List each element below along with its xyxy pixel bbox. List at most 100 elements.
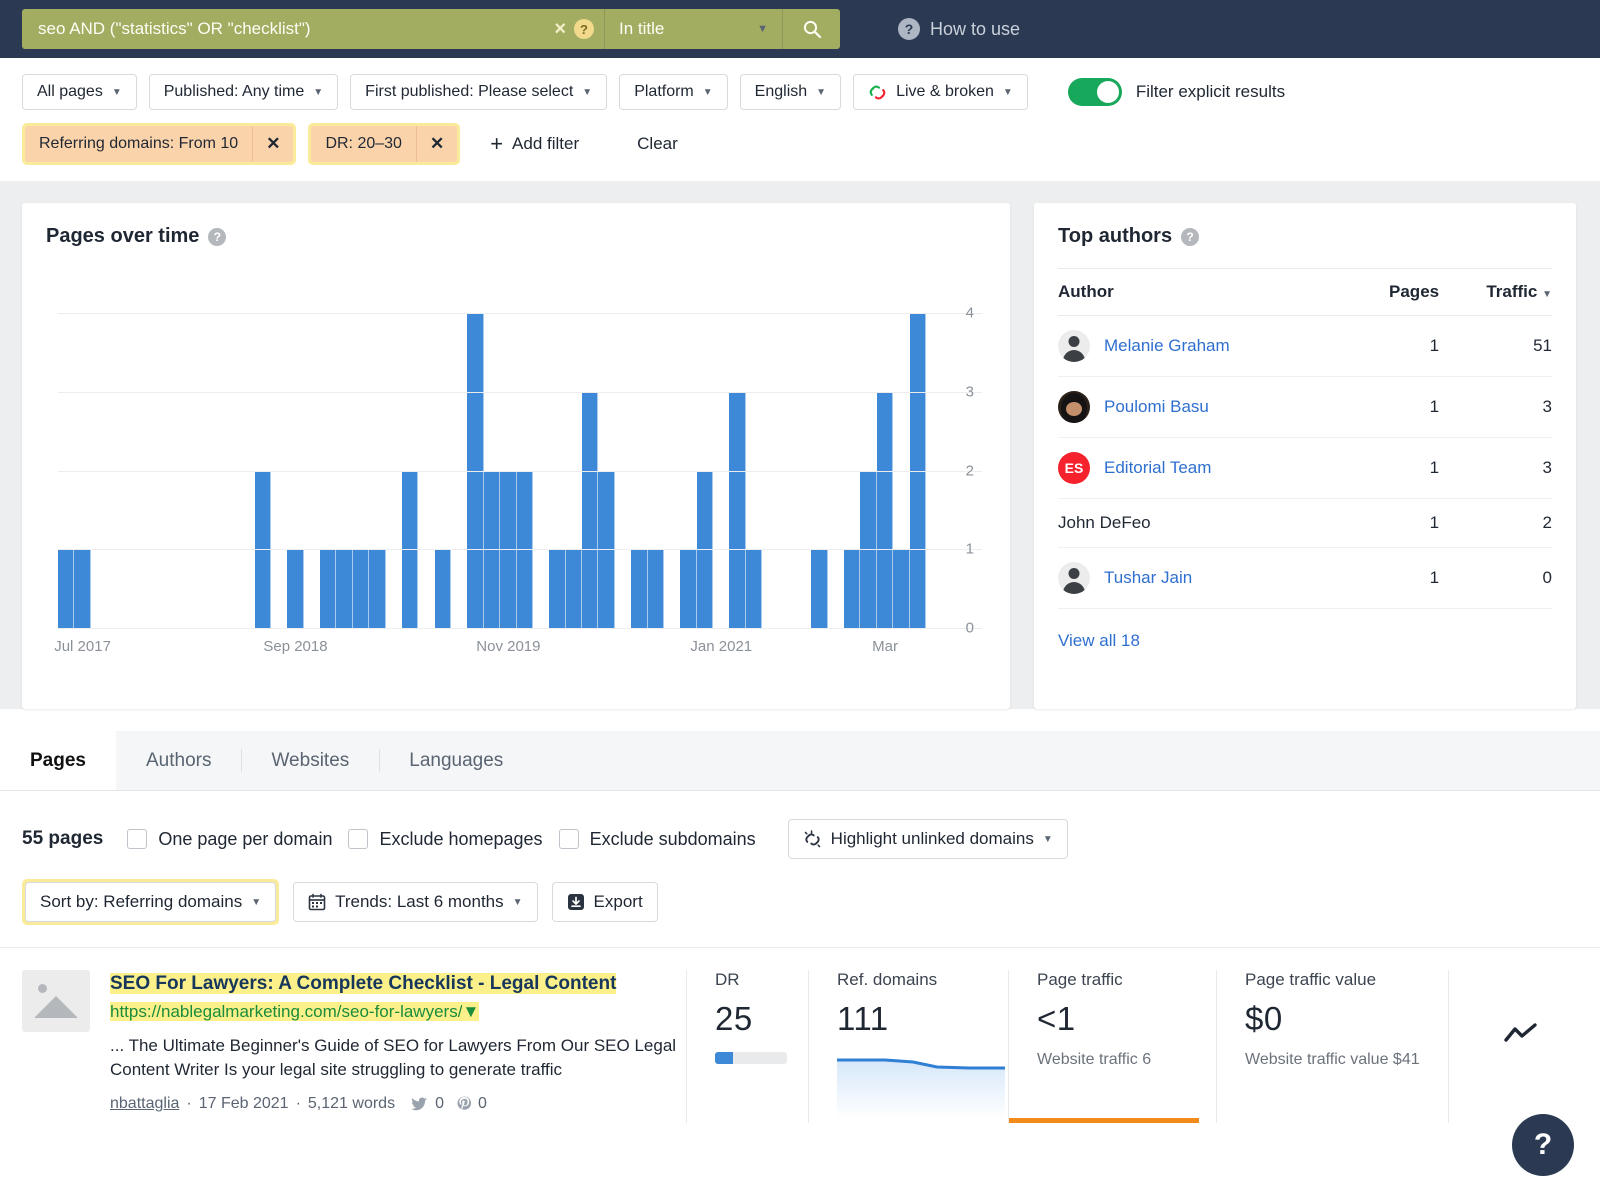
query-help-icon[interactable]: ? — [574, 19, 594, 39]
clear-filters-button[interactable]: Clear — [637, 134, 678, 154]
column-traffic-label: Traffic — [1486, 282, 1537, 301]
chart-bar[interactable] — [336, 549, 352, 628]
checkbox-box[interactable] — [348, 829, 368, 849]
search-scope-dropdown[interactable]: In title ▼ — [604, 9, 782, 49]
chevron-down-icon: ▼ — [513, 897, 523, 908]
clear-query-icon[interactable]: × — [546, 18, 574, 41]
search-input-box[interactable]: seo AND ("statistics" OR "checklist") × … — [22, 9, 604, 49]
filter-language[interactable]: English ▼ — [740, 74, 841, 110]
chart-bar[interactable] — [746, 549, 762, 628]
result-url[interactable]: https://nablegalmarketing.com/seo-for-la… — [110, 1002, 462, 1021]
dr-chip-highlight: DR: 20–30 ✕ — [308, 123, 460, 165]
add-filter-button[interactable]: + Add filter — [490, 131, 579, 157]
filter-first-published-label: First published: Please select — [365, 83, 573, 101]
avatar — [1058, 330, 1090, 362]
results-options-row-1: 55 pages One page per domain Exclude hom… — [22, 819, 1578, 859]
chevron-down-icon: ▼ — [1043, 834, 1053, 845]
highlight-unlinked-domains-dropdown[interactable]: Highlight unlinked domains ▼ — [788, 819, 1068, 859]
top-search-bar: seo AND ("statistics" OR "checklist") × … — [0, 0, 1600, 58]
chart-plot-area: 01234 — [58, 266, 926, 628]
view-all-authors-link[interactable]: View all 18 — [1058, 631, 1552, 651]
sort-by-dropdown[interactable]: Sort by: Referring domains ▼ — [25, 882, 276, 922]
tab-authors-label: Authors — [146, 750, 211, 772]
chart-bar[interactable] — [287, 549, 303, 628]
result-meta: nbattaglia · 17 Feb 2021 · 5,121 words 0… — [110, 1095, 686, 1113]
filter-platform[interactable]: Platform ▼ — [619, 74, 727, 110]
column-pages[interactable]: Pages — [1353, 269, 1439, 316]
chart-bar[interactable] — [729, 392, 745, 628]
author-name[interactable]: Tushar Jain — [1104, 568, 1192, 588]
checkbox-box[interactable] — [127, 829, 147, 849]
author-pages[interactable]: 1 — [1353, 499, 1439, 548]
author-pages[interactable]: 1 — [1353, 377, 1439, 438]
filter-chip-referring-domains-label: Referring domains: From 10 — [25, 135, 252, 153]
chart-bar[interactable] — [369, 549, 385, 628]
search-input[interactable]: seo AND ("statistics" OR "checklist") — [38, 19, 546, 39]
chart-bar[interactable] — [74, 549, 90, 628]
result-title-link[interactable]: SEO For Lawyers: A Complete Checklist - … — [110, 973, 616, 994]
trends-dropdown[interactable]: Trends: Last 6 months ▼ — [293, 882, 537, 922]
checkbox-exclude-subdomains[interactable]: Exclude subdomains — [559, 829, 756, 850]
tab-authors[interactable]: Authors — [116, 731, 241, 790]
trend-line-icon — [1504, 1023, 1538, 1045]
chart-bar[interactable] — [435, 549, 451, 628]
chart-bar[interactable] — [680, 549, 696, 628]
column-traffic[interactable]: Traffic ▼ — [1439, 269, 1552, 316]
result-row: SEO For Lawyers: A Complete Checklist - … — [0, 947, 1600, 1123]
search-control: seo AND ("statistics" OR "checklist") × … — [22, 9, 840, 49]
chart-bar[interactable] — [549, 549, 565, 628]
author-name[interactable]: Melanie Graham — [1104, 336, 1230, 356]
filter-chip-referring-domains[interactable]: Referring domains: From 10 ✕ — [25, 126, 293, 162]
chart-gridline — [58, 471, 982, 472]
chart-bar[interactable] — [320, 549, 336, 628]
results-options: 55 pages One page per domain Exclude hom… — [0, 791, 1600, 925]
remove-chip-icon[interactable]: ✕ — [416, 126, 457, 162]
author-pages[interactable]: 1 — [1353, 548, 1439, 609]
avatar — [1058, 391, 1090, 423]
chart-bar[interactable] — [893, 549, 909, 628]
help-fab-button[interactable]: ? — [1512, 1114, 1574, 1176]
tab-websites-label: Websites — [271, 750, 349, 772]
chevron-down-icon: ▼ — [251, 897, 261, 908]
search-button[interactable] — [782, 9, 840, 49]
author-pages[interactable]: 1 — [1353, 438, 1439, 499]
remove-chip-icon[interactable]: ✕ — [252, 126, 293, 162]
filter-live-broken[interactable]: Live & broken ▼ — [853, 74, 1028, 110]
checkbox-one-page-per-domain[interactable]: One page per domain — [127, 829, 332, 850]
chart-bar[interactable] — [58, 549, 74, 628]
filter-explicit-results-toggle[interactable] — [1068, 78, 1122, 106]
chart-bar[interactable] — [648, 549, 664, 628]
chart-x-axis: Jul 2017Sep 2018Nov 2019Jan 2021Mar — [58, 638, 926, 662]
author-name[interactable]: Poulomi Basu — [1104, 397, 1209, 417]
result-author[interactable]: nbattaglia — [110, 1095, 179, 1113]
chart-bar[interactable] — [582, 392, 598, 628]
author-pages[interactable]: 1 — [1353, 316, 1439, 377]
result-date: 17 Feb 2021 — [199, 1095, 289, 1113]
checkbox-box[interactable] — [559, 829, 579, 849]
author-traffic: 3 — [1439, 377, 1552, 438]
export-button[interactable]: Export — [552, 882, 658, 922]
tab-languages[interactable]: Languages — [379, 731, 533, 790]
filter-first-published[interactable]: First published: Please select ▼ — [350, 74, 607, 110]
tab-websites[interactable]: Websites — [241, 731, 379, 790]
tab-pages[interactable]: Pages — [0, 731, 116, 790]
filter-all-pages[interactable]: All pages ▼ — [22, 74, 137, 110]
result-url-caret-icon[interactable]: ▼ — [462, 1002, 479, 1021]
filter-chip-dr[interactable]: DR: 20–30 ✕ — [311, 126, 457, 162]
author-name[interactable]: Editorial Team — [1104, 458, 1211, 478]
help-icon: ? — [898, 18, 920, 40]
chart-bar[interactable] — [844, 549, 860, 628]
how-to-use-link[interactable]: ? How to use — [898, 18, 1020, 40]
chart-bar[interactable] — [811, 549, 827, 628]
chart-bar[interactable] — [566, 549, 582, 628]
filter-published[interactable]: Published: Any time ▼ — [149, 74, 338, 110]
result-main: SEO For Lawyers: A Complete Checklist - … — [110, 970, 686, 1123]
traffic-accent-bar — [1009, 1118, 1199, 1123]
chart-bar[interactable] — [353, 549, 369, 628]
chart-bar[interactable] — [877, 392, 893, 628]
help-icon[interactable]: ? — [1181, 228, 1199, 246]
chart-bar[interactable] — [631, 549, 647, 628]
help-icon[interactable]: ? — [208, 228, 226, 246]
results-tabs: Pages Authors Websites Languages — [0, 731, 1600, 791]
checkbox-exclude-homepages[interactable]: Exclude homepages — [348, 829, 542, 850]
